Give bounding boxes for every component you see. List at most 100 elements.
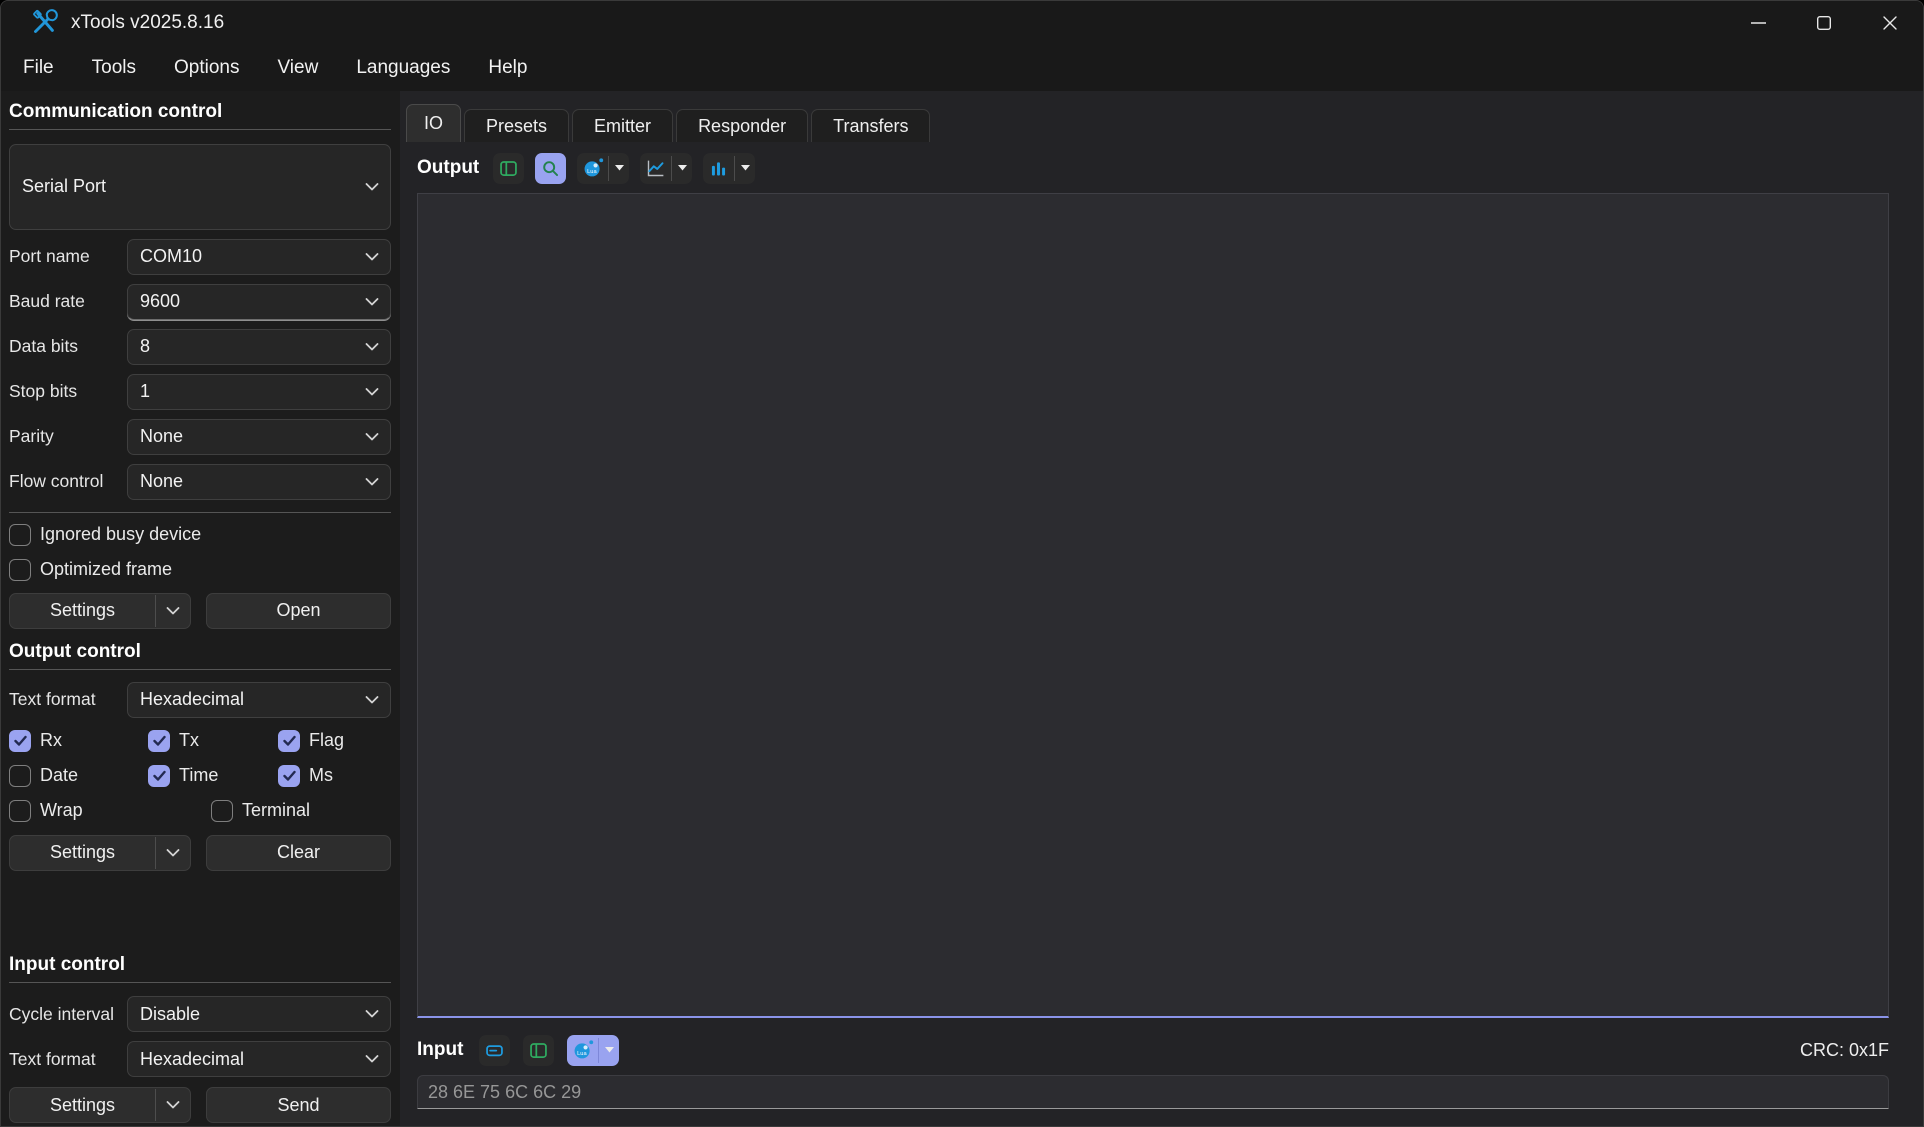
cycle-interval-value: Disable bbox=[140, 1004, 200, 1025]
bar-chart-button[interactable] bbox=[703, 153, 755, 184]
cycle-interval-label: Cycle interval bbox=[9, 1004, 127, 1025]
output-text-format-select[interactable]: Hexadecimal bbox=[127, 682, 391, 718]
checkbox-box bbox=[148, 765, 170, 787]
page-tabs: IO Presets Emitter Responder Transfers bbox=[400, 91, 1923, 142]
check-icon bbox=[153, 735, 166, 746]
chevron-down-icon bbox=[365, 433, 379, 441]
split-panel-button[interactable] bbox=[493, 153, 524, 184]
tab-emitter[interactable]: Emitter bbox=[572, 109, 673, 142]
close-icon bbox=[1883, 16, 1897, 30]
menu-view[interactable]: View bbox=[258, 44, 337, 91]
sidebar-spacer bbox=[9, 871, 391, 955]
flag-checkbox[interactable]: Flag bbox=[278, 730, 391, 752]
link-type-select[interactable]: Serial Port bbox=[9, 144, 391, 230]
chevron-down-icon bbox=[166, 849, 180, 857]
menu-bar: File Tools Options View Languages Help bbox=[1, 44, 1923, 91]
lua-script-button[interactable]: Lua bbox=[577, 153, 629, 184]
split-panel-icon bbox=[498, 158, 519, 179]
open-button[interactable]: Open bbox=[206, 593, 391, 629]
split-panel-button[interactable] bbox=[523, 1035, 554, 1066]
clear-button[interactable]: Clear bbox=[206, 835, 391, 871]
chevron-down-icon bbox=[166, 607, 180, 615]
check-icon bbox=[283, 735, 296, 746]
input-bytes-field[interactable] bbox=[417, 1075, 1889, 1109]
line-chart-button[interactable] bbox=[640, 153, 692, 184]
comm-buttons-row: Settings Open bbox=[9, 593, 391, 629]
lua-script-button[interactable]: Lua bbox=[567, 1035, 619, 1066]
output-label: Output bbox=[417, 157, 479, 179]
input-control-header: Input control bbox=[9, 954, 391, 976]
lua-menu-arrow[interactable] bbox=[609, 165, 629, 171]
tx-checkbox[interactable]: Tx bbox=[148, 730, 278, 752]
lua-script-icon: Lua bbox=[567, 1039, 598, 1061]
chevron-down-icon bbox=[365, 183, 379, 191]
menu-options[interactable]: Options bbox=[155, 44, 258, 91]
rx-checkbox[interactable]: Rx bbox=[9, 730, 148, 752]
window-controls bbox=[1725, 1, 1923, 44]
maximize-button[interactable] bbox=[1791, 1, 1857, 44]
checkbox-label: Optimized frame bbox=[40, 559, 172, 580]
input-text-format-select[interactable]: Hexadecimal bbox=[127, 1041, 391, 1077]
svg-text:Lua: Lua bbox=[587, 169, 597, 175]
optimized-frame-checkbox[interactable]: Optimized frame bbox=[9, 559, 391, 581]
tab-responder[interactable]: Responder bbox=[676, 109, 808, 142]
chevron-down-icon bbox=[365, 388, 379, 396]
flow-control-select[interactable]: None bbox=[127, 464, 391, 500]
comm-settings-button[interactable]: Settings bbox=[9, 593, 191, 629]
ms-checkbox[interactable]: Ms bbox=[278, 765, 391, 787]
menu-tools[interactable]: Tools bbox=[73, 44, 155, 91]
communication-control-header: Communication control bbox=[9, 101, 391, 123]
date-checkbox[interactable]: Date bbox=[9, 765, 148, 787]
tab-transfers[interactable]: Transfers bbox=[811, 109, 930, 142]
port-name-select[interactable]: COM10 bbox=[127, 239, 391, 275]
chevron-down-icon bbox=[166, 1101, 180, 1109]
divider bbox=[9, 512, 391, 513]
tab-presets[interactable]: Presets bbox=[464, 109, 569, 142]
parity-select[interactable]: None bbox=[127, 419, 391, 455]
settings-menu-arrow[interactable] bbox=[156, 594, 190, 628]
checkbox-box bbox=[211, 800, 233, 822]
text-format-value: Hexadecimal bbox=[140, 1049, 244, 1070]
baud-rate-select[interactable]: 9600 bbox=[127, 284, 391, 320]
text-format-label: Text format bbox=[9, 1049, 127, 1070]
parity-value: None bbox=[140, 426, 183, 447]
checkbox-label: Ignored busy device bbox=[40, 524, 201, 545]
terminal-checkbox[interactable]: Terminal bbox=[211, 800, 391, 822]
text-field-mode-button[interactable] bbox=[479, 1035, 510, 1066]
output-text-area[interactable] bbox=[417, 193, 1889, 1018]
chevron-down-icon bbox=[365, 696, 379, 704]
data-bits-row: Data bits 8 bbox=[9, 329, 391, 365]
input-settings-button[interactable]: Settings bbox=[9, 1087, 191, 1123]
minimize-button[interactable] bbox=[1725, 1, 1791, 44]
time-checkbox[interactable]: Time bbox=[148, 765, 278, 787]
minimize-icon bbox=[1751, 22, 1766, 24]
menu-languages[interactable]: Languages bbox=[337, 44, 469, 91]
main-pane: IO Presets Emitter Responder Transfers O… bbox=[400, 91, 1923, 1127]
send-button[interactable]: Send bbox=[206, 1087, 391, 1123]
chevron-down-icon bbox=[365, 1055, 379, 1063]
settings-menu-arrow[interactable] bbox=[156, 1088, 190, 1122]
close-button[interactable] bbox=[1857, 1, 1923, 44]
flow-control-label: Flow control bbox=[9, 471, 127, 492]
search-button[interactable] bbox=[535, 153, 566, 184]
checkbox-label: Wrap bbox=[40, 800, 83, 821]
output-settings-button[interactable]: Settings bbox=[9, 835, 191, 871]
tools-logo-icon bbox=[31, 9, 58, 36]
menu-file[interactable]: File bbox=[4, 44, 73, 91]
checkbox-box bbox=[9, 559, 31, 581]
wrap-checkbox[interactable]: Wrap bbox=[9, 800, 211, 822]
lua-menu-arrow[interactable] bbox=[599, 1047, 619, 1053]
ignored-busy-device-checkbox[interactable]: Ignored busy device bbox=[9, 524, 391, 546]
data-bits-select[interactable]: 8 bbox=[127, 329, 391, 365]
settings-menu-arrow[interactable] bbox=[156, 836, 190, 870]
checkbox-box bbox=[278, 730, 300, 752]
cycle-interval-select[interactable]: Disable bbox=[127, 996, 391, 1032]
stop-bits-select[interactable]: 1 bbox=[127, 374, 391, 410]
dropdown-arrow-icon bbox=[741, 165, 750, 171]
tab-io[interactable]: IO bbox=[406, 104, 461, 142]
line-chart-menu-arrow[interactable] bbox=[672, 165, 692, 171]
bar-chart-menu-arrow[interactable] bbox=[735, 165, 755, 171]
checkbox-box bbox=[9, 524, 31, 546]
menu-help[interactable]: Help bbox=[469, 44, 546, 91]
input-buttons-row: Settings Send bbox=[9, 1087, 391, 1123]
